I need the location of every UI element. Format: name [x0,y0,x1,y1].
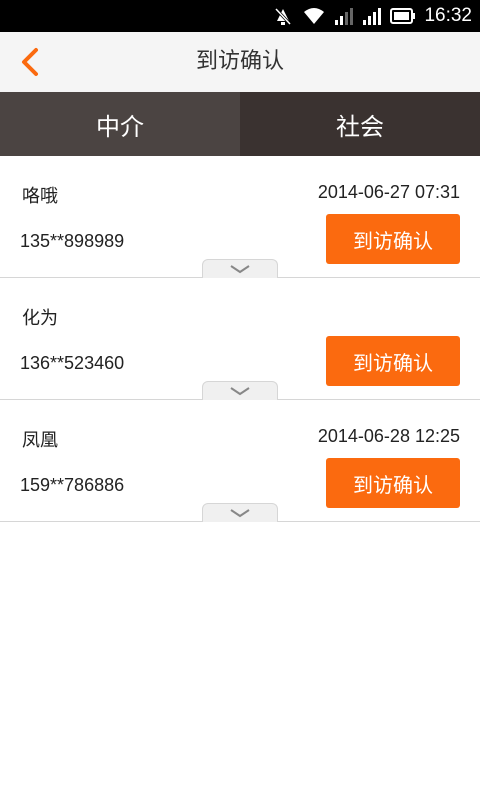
tab-social[interactable]: 社会 [240,92,480,156]
chevron-down-icon [229,264,251,274]
chevron-down-icon [229,386,251,396]
notification-muted-icon [272,5,294,27]
signal-weak-icon [334,6,354,26]
page-title: 到访确认 [195,49,284,74]
status-icons: 16:32 [272,0,472,32]
header-bar: 到访确认 [0,32,480,93]
chevron-down-icon [229,508,251,518]
confirm-visit-button[interactable]: 到访确认 [326,336,460,386]
confirm-visit-button[interactable]: 到访确认 [326,214,460,264]
signal-icon [362,6,382,26]
client-phone: 159**786886 [20,475,125,495]
client-phone: 136**523460 [20,353,125,373]
visit-list: 咯哦 2014-06-27 07:31 135**898989 到访确认 化为 … [0,156,480,522]
list-item: 化为 136**523460 到访确认 [0,278,480,400]
visit-date: 2014-06-27 07:31 [317,182,460,202]
client-name: 凤凰 [22,430,58,451]
client-name: 咯哦 [22,186,58,207]
visit-date: 2014-06-28 12:25 [317,426,460,446]
expand-toggle[interactable] [202,503,278,522]
battery-icon [390,7,416,25]
list-item: 咯哦 2014-06-27 07:31 135**898989 到访确认 [0,156,480,278]
tab-bar: 中介 社会 [0,92,480,156]
client-name: 化为 [22,308,58,329]
wifi-icon [302,6,326,26]
expand-toggle[interactable] [202,381,278,400]
expand-toggle[interactable] [202,259,278,278]
list-item: 凤凰 2014-06-28 12:25 159**786886 到访确认 [0,400,480,522]
status-bar: 16:32 [0,0,480,32]
confirm-visit-button[interactable]: 到访确认 [326,458,460,508]
tab-agency[interactable]: 中介 [0,92,240,156]
status-time: 16:32 [424,5,472,26]
client-phone: 135**898989 [20,231,125,251]
